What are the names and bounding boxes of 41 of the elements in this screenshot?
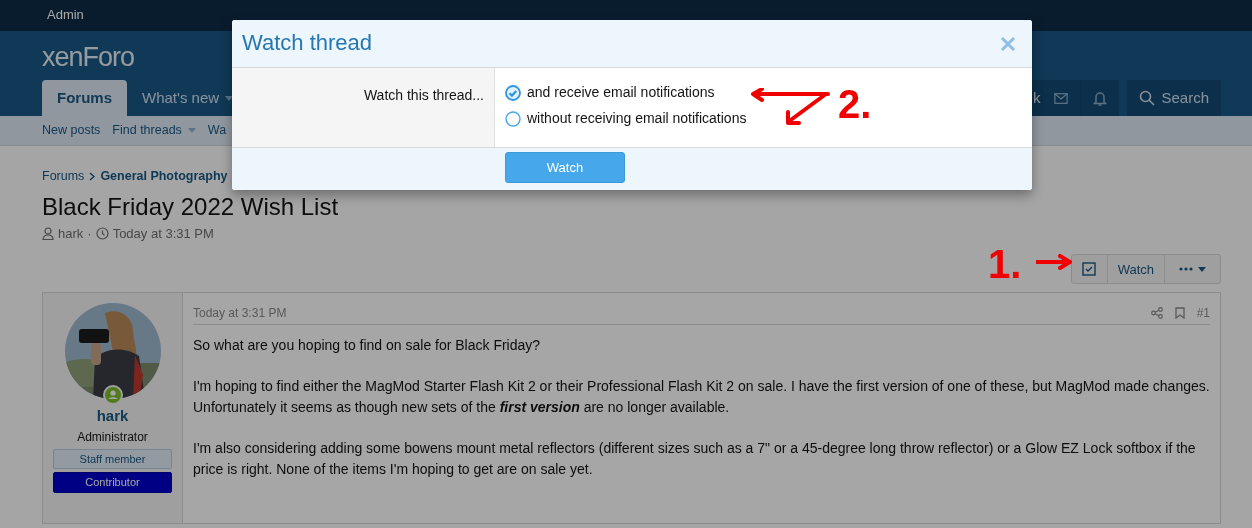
nav-tab[interactable]: Forums bbox=[42, 80, 127, 116]
caret-icon bbox=[1198, 266, 1206, 272]
share-icon[interactable] bbox=[1150, 306, 1163, 319]
search-button[interactable]: Search bbox=[1127, 80, 1221, 116]
post-date[interactable]: Today at 3:31 PM bbox=[193, 303, 287, 322]
watch-button[interactable]: Watch bbox=[505, 152, 625, 183]
username-link[interactable]: hark bbox=[96, 405, 129, 428]
close-icon bbox=[1000, 36, 1016, 53]
subnav-link[interactable]: Wa bbox=[207, 121, 227, 140]
subnav-link[interactable]: New posts bbox=[42, 121, 101, 140]
alerts-button[interactable] bbox=[1080, 80, 1120, 116]
author-link[interactable]: hark bbox=[58, 223, 84, 244]
user-banner: Contributor bbox=[53, 472, 172, 493]
thread-date: Today at 3:31 PM bbox=[112, 224, 214, 243]
modal-title: Watch thread bbox=[242, 30, 373, 57]
post-paragraph: I'm also considering adding some bowens mount metal reflectors (different sizes such as a 7" or a 45-degree long throw reflector) or a Glow EZ Lock softbox if the price is right. None of the items I'm hoping to get are on sale yet. bbox=[193, 439, 1197, 480]
thread-title: Black Friday 2022 Wish List bbox=[42, 193, 340, 222]
user-title: Administrator bbox=[77, 428, 148, 446]
subnav-link[interactable]: Find threads bbox=[112, 121, 196, 140]
bookmark-icon[interactable] bbox=[1174, 306, 1185, 319]
user-icon bbox=[42, 227, 54, 241]
annotation-number: 2. bbox=[838, 84, 872, 124]
breadcrumb-link[interactable]: Forums bbox=[42, 166, 85, 186]
post-paragraph: I'm hoping to find either the MagMod Starter Flash Kit 2 or their Professional Flash Kit 2 on sale. I have the first version of one of these, but MagMod made changes. Unfortunately it seems as though new sets of the first version are no longer available. bbox=[193, 377, 1210, 418]
search-icon bbox=[1139, 90, 1156, 106]
separator-dot: · bbox=[87, 224, 92, 243]
mail-icon bbox=[1054, 91, 1069, 105]
field-label: Watch this thread... bbox=[232, 68, 495, 147]
clock-icon bbox=[95, 227, 109, 241]
user-banner: Staff member bbox=[53, 448, 172, 470]
post-paragraph: So what are you hoping to find on sale for Black Friday? bbox=[193, 336, 542, 356]
arrow-drawing bbox=[1036, 254, 1074, 270]
checkbox-icon bbox=[1082, 262, 1097, 277]
more-icon bbox=[1179, 267, 1193, 272]
post-number-link[interactable]: #1 bbox=[1196, 303, 1210, 322]
annotation-number: 1. bbox=[988, 244, 1022, 284]
chevron-icon bbox=[89, 171, 96, 181]
bell-icon bbox=[1093, 90, 1108, 106]
radio-option[interactable]: and receive email notifications bbox=[505, 82, 747, 103]
radio-option[interactable]: without receiving email notifications bbox=[505, 108, 747, 129]
breadcrumb-link[interactable]: General Photography bbox=[100, 166, 228, 186]
